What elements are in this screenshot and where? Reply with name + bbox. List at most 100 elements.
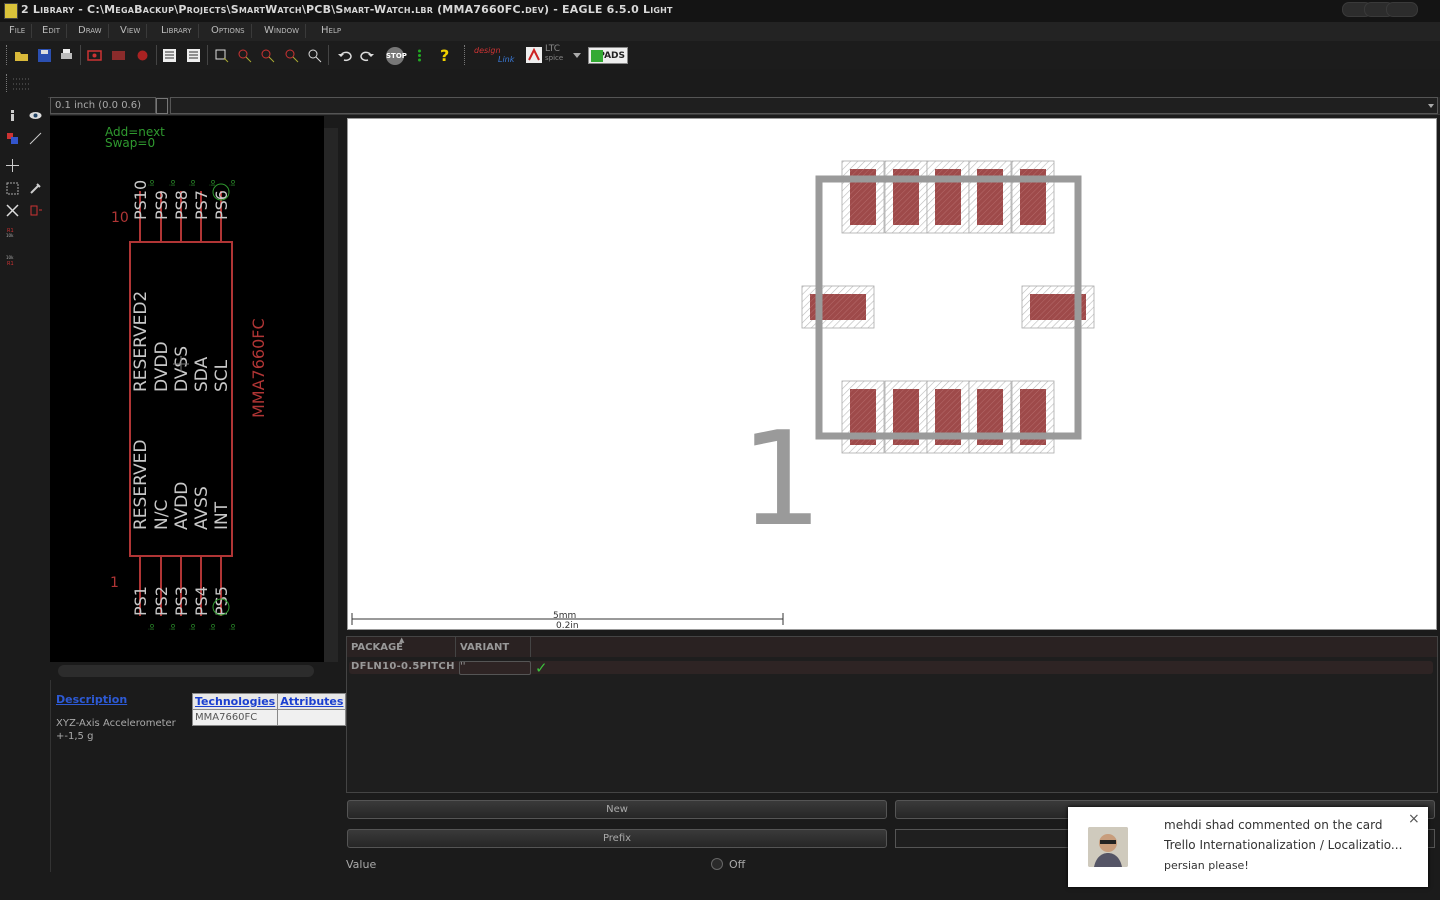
pin-name-top: PS8 xyxy=(172,190,191,220)
menu-file[interactable]: File xyxy=(3,24,33,38)
run-ulp-icon[interactable] xyxy=(186,48,201,63)
script-icon[interactable] xyxy=(162,48,177,63)
print-icon[interactable] xyxy=(59,48,74,63)
variant-package-cell[interactable]: DFLN10-0.5PITCH xyxy=(351,661,455,675)
chevron-down-icon[interactable] xyxy=(573,53,581,58)
parameter-toolbar xyxy=(0,69,1440,98)
menu-bar: File Edit Draw View Library Options Wind… xyxy=(0,22,1440,42)
symbol-vertical-scrollbar[interactable] xyxy=(324,128,338,662)
main-toolbar: STOP ? design Link LTC spice PADS xyxy=(0,41,1440,70)
pin-number-top: 10 xyxy=(111,210,129,226)
avatar xyxy=(1088,827,1128,867)
redo-icon[interactable] xyxy=(360,48,375,63)
menu-edit[interactable]: Edit xyxy=(36,24,68,38)
show-icon[interactable] xyxy=(29,109,42,122)
pin-name-bottom: PS2 xyxy=(152,586,171,616)
ltspice-button[interactable]: LTC spice xyxy=(545,45,563,63)
symbol-horizontal-scrollbar[interactable] xyxy=(58,665,314,677)
description-text: XYZ-Axis Accelerometer +-1,5 g xyxy=(56,718,176,742)
notification-comment: persian please! xyxy=(1164,859,1249,872)
pads-button[interactable]: PADS xyxy=(588,47,628,64)
check-icon[interactable]: ✓ xyxy=(535,659,548,677)
new-button[interactable]: New xyxy=(347,800,887,819)
go-icon[interactable] xyxy=(412,48,427,63)
pin-io-label: io xyxy=(148,624,156,630)
inner-label-top: SCL xyxy=(212,359,232,392)
mark-icon[interactable] xyxy=(29,132,42,145)
technology-cell[interactable]: MMA7660FC xyxy=(191,709,279,726)
cam-icon[interactable] xyxy=(87,48,102,63)
inner-label-bottom: N/C xyxy=(152,500,172,530)
stop-button[interactable]: STOP xyxy=(386,47,407,65)
inner-label-top: RESERVED2 xyxy=(131,291,151,392)
redraw-icon[interactable] xyxy=(284,48,299,63)
zoom-fit-icon[interactable] xyxy=(214,48,229,63)
name-icon[interactable]: R110k xyxy=(6,225,19,238)
toolbar-grip[interactable] xyxy=(6,74,10,92)
menu-library[interactable]: Library xyxy=(155,24,199,38)
toolbar-grip[interactable] xyxy=(6,45,10,65)
undo-icon[interactable] xyxy=(337,48,352,63)
package-view[interactable]: 1 5mm 0.2in xyxy=(347,118,1437,630)
inner-label-top: DVDD xyxy=(152,341,172,392)
designlink-button[interactable]: design Link xyxy=(474,46,514,64)
title-bar: 2 Library - C:\MegaBackup\Projects\Smart… xyxy=(0,0,1440,23)
svg-text:10k: 10k xyxy=(6,255,14,260)
coordinate-toggle[interactable] xyxy=(156,98,168,114)
pin-io-label: io xyxy=(209,180,217,186)
value-off-radio[interactable] xyxy=(711,858,723,870)
change-icon[interactable] xyxy=(29,182,42,195)
menu-view[interactable]: View xyxy=(114,24,148,38)
menu-help[interactable]: Help xyxy=(315,24,347,38)
ulp-icon[interactable] xyxy=(135,48,150,63)
pin-io-label: io xyxy=(169,180,177,186)
pin-name-bottom: PS1 xyxy=(131,586,150,616)
value-icon[interactable]: 10kR1 xyxy=(6,253,19,266)
move-icon[interactable] xyxy=(6,159,19,172)
attribute-cell[interactable] xyxy=(277,709,347,726)
pin-name-bottom: PS4 xyxy=(192,586,211,616)
display-icon[interactable] xyxy=(6,132,19,145)
coordinate-readout: 0.1 inch (0.0 0.6) xyxy=(50,97,156,114)
designlink-bottom: Link xyxy=(498,55,515,64)
menu-draw[interactable]: Draw xyxy=(72,24,109,38)
command-bar: 0.1 inch (0.0 0.6) xyxy=(50,97,1440,115)
symbol-view[interactable]: Add=next Swap=0 PS10 io RESERVED2 PS9 io DVDD… xyxy=(50,116,324,662)
notification-toast[interactable]: mehdi shad commented on the card Trello … xyxy=(1068,807,1428,887)
zoom-in-icon[interactable] xyxy=(237,48,252,63)
technologies-header[interactable]: Technologies xyxy=(191,693,279,710)
menu-window[interactable]: Window xyxy=(258,24,307,38)
close-icon[interactable]: × xyxy=(1408,811,1420,827)
ltspice-logo-icon[interactable] xyxy=(526,47,542,63)
zoom-out-icon[interactable] xyxy=(260,48,275,63)
open-icon[interactable] xyxy=(14,48,29,63)
column-header-variant[interactable]: Variant xyxy=(456,637,531,657)
save-icon[interactable] xyxy=(37,48,52,63)
command-input[interactable] xyxy=(170,97,1438,114)
pin-name-top: PS7 xyxy=(192,190,211,220)
delete-icon[interactable] xyxy=(6,204,19,217)
notification-line1: mehdi shad commented on the card xyxy=(1164,818,1383,832)
prefix-button[interactable]: Prefix xyxy=(347,829,887,848)
variants-table: Package ▲ Variant DFLN10-0.5PITCH '' ✓ xyxy=(346,636,1438,793)
grid-icon[interactable] xyxy=(13,77,29,91)
app-icon xyxy=(4,3,18,19)
notification-line2: Trello Internationalization / Localizati… xyxy=(1164,838,1403,852)
inner-label-bottom: INT xyxy=(212,501,232,530)
menu-options[interactable]: Options xyxy=(205,24,252,38)
description-link[interactable]: Description xyxy=(56,693,127,706)
attributes-header[interactable]: Attributes xyxy=(277,693,347,710)
pin-io-label: io xyxy=(209,624,217,630)
close-window-button[interactable] xyxy=(1386,2,1418,17)
group-icon[interactable] xyxy=(6,182,19,195)
variant-name-cell[interactable]: '' xyxy=(459,661,531,675)
scale-in: 0.2in xyxy=(556,621,579,629)
info-icon[interactable] xyxy=(6,109,19,122)
board-icon[interactable] xyxy=(111,48,126,63)
add-icon[interactable] xyxy=(29,204,42,217)
help-icon[interactable]: ? xyxy=(440,46,449,65)
ltspice-bottom: spice xyxy=(545,54,564,62)
chevron-down-icon[interactable] xyxy=(1428,104,1434,108)
zoom-select-icon[interactable] xyxy=(307,48,322,63)
designlink-top: design xyxy=(474,46,501,55)
